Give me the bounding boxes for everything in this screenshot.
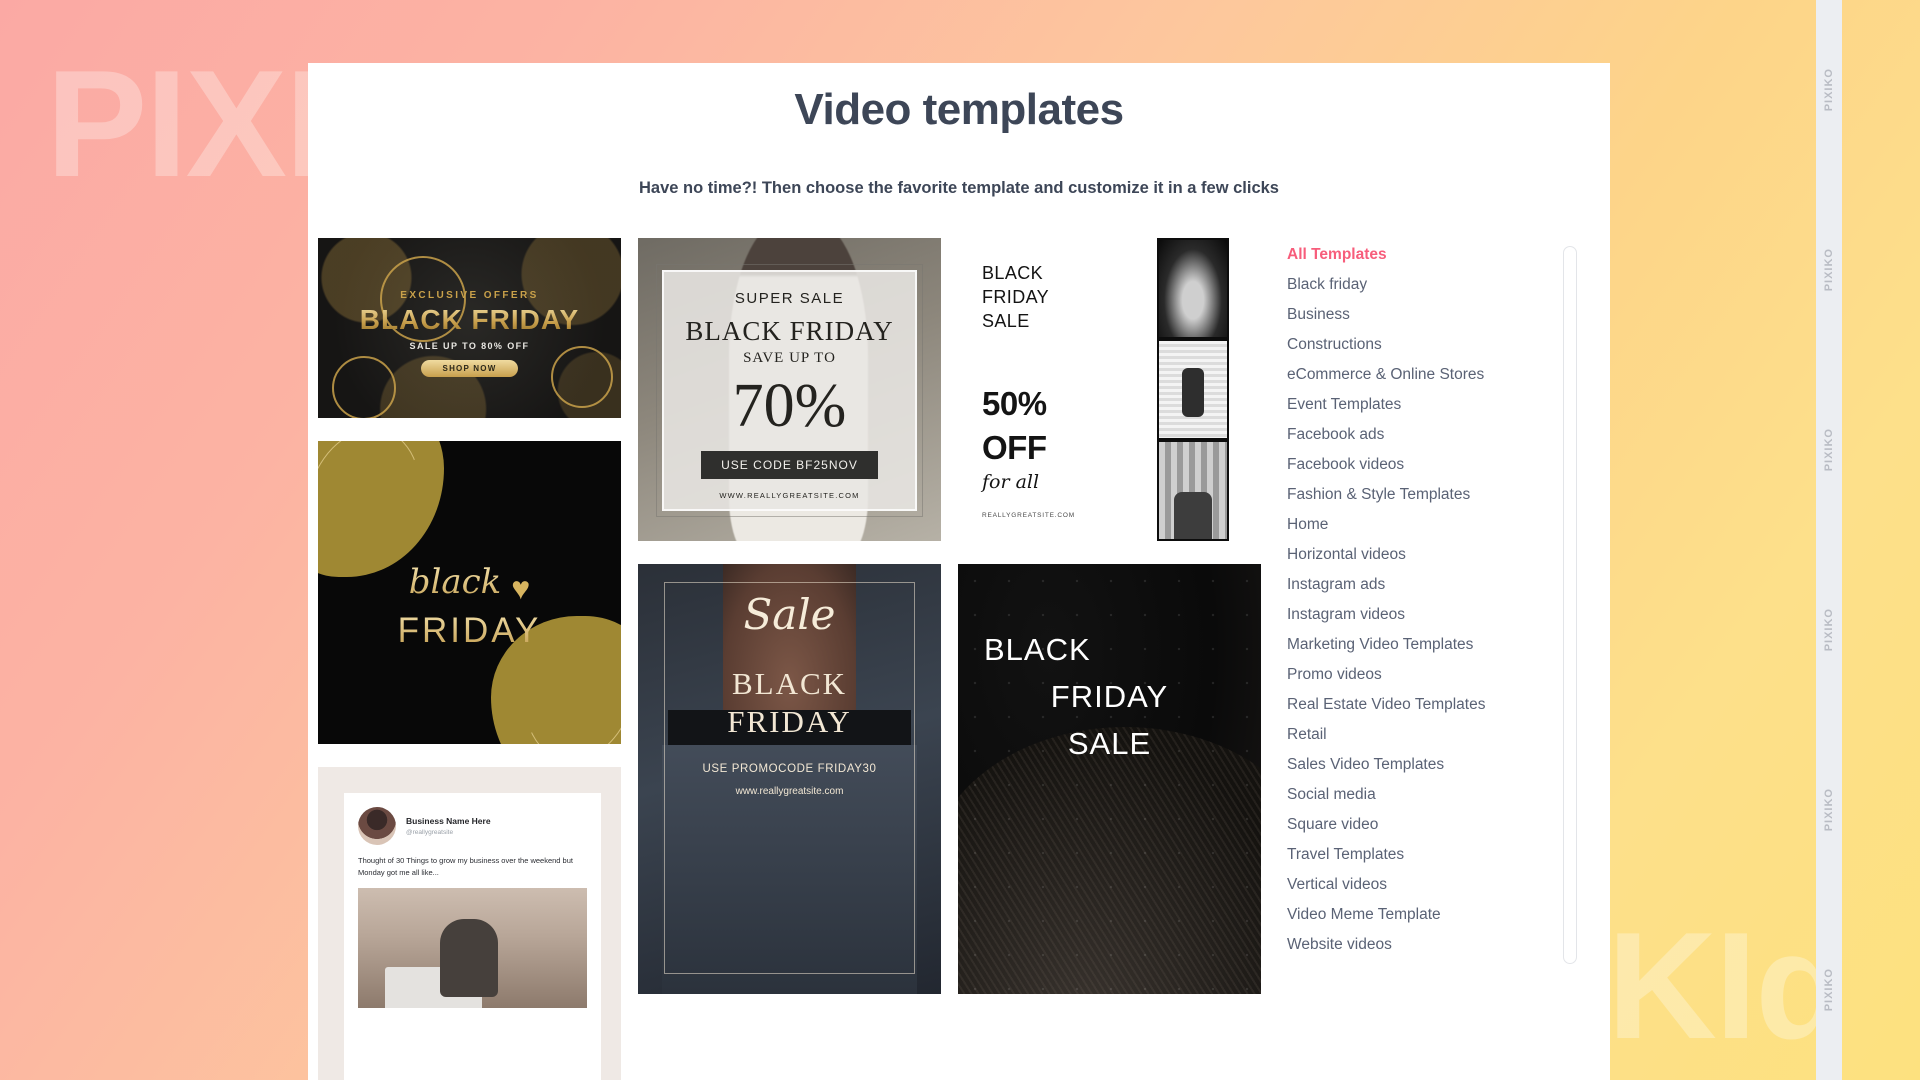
laptop-shape [385,967,482,1009]
card-word-3: SALE [1067,726,1152,762]
template-card-sale-black-friday-denim[interactable]: Sale BLACK FRIDAY USE PROMOCODE FRIDAY30… [638,564,941,994]
card-word-1: BLACK [984,632,1091,667]
card-promo-code: USE PROMOCODE FRIDAY30 [702,762,877,775]
template-card-black-heart-friday[interactable]: black ♥ FRIDAY [318,441,621,744]
card-shop-now-button[interactable]: SHOP NOW [420,360,519,377]
card-line-2: BLACK FRIDAY [685,316,894,346]
template-card-black-friday-sale-50-off[interactable]: BLACK FRIDAY SALE 50% OFF for all REALLY… [958,238,1261,541]
ribbon-label: PIXIKO [1823,428,1835,472]
card-heading-line-3: SALE [982,310,1030,331]
card-eyebrow: EXCLUSIVE OFFERS [400,290,539,301]
card-site: REALLYGREATSITE.COM [982,512,1075,519]
card-heading-line-2: FRIDAY [982,286,1050,307]
ribbon-label: PIXIKO [1823,788,1835,832]
heart-icon: ♥ [511,570,531,607]
card-line-1: SUPER SALE [734,290,845,307]
gallery-column-2: SUPER SALE BLACK FRIDAY SAVE UP TO 70% U… [638,238,941,1080]
category-sidebar: All Templates Black friday Business Constru… [1287,238,1587,1080]
post-sheet: Business Name Here @reallygreatsite Thou… [344,793,601,1080]
post-photo [358,888,587,1009]
category-item[interactable]: Business [1287,300,1587,330]
template-card-business-post-mockup[interactable]: Business Name Here @reallygreatsite Thou… [318,767,621,1080]
ribbon-label: PIXIKO [1823,608,1835,652]
card-off-label: OFF [982,429,1047,467]
category-scrollbar[interactable] [1563,246,1577,964]
filmstrip-photo [1159,442,1227,539]
card-script-word: Sale [743,590,836,639]
card-url: www.reallygreatsite.com [735,785,844,797]
card-headline-line-2: FRIDAY [727,703,852,739]
category-item[interactable]: Sales Video Templates [1287,750,1587,780]
category-list: All Templates Black friday Business Constru… [1287,240,1587,960]
category-item[interactable]: Real Estate Video Templates [1287,690,1587,720]
category-item[interactable]: Home [1287,510,1587,540]
category-item[interactable]: Website videos [1287,930,1587,960]
card-word-2: FRIDAY [1050,679,1169,715]
category-item[interactable]: Horizontal videos [1287,540,1587,570]
post-header: Business Name Here @reallygreatsite [344,793,601,851]
category-item[interactable]: Instagram videos [1287,600,1587,630]
avatar [358,807,396,845]
category-item[interactable]: eCommerce & Online Stores [1287,360,1587,390]
card-headline: BLACK FRIDAY [318,304,621,336]
card-heading-line-1: BLACK [982,263,1044,283]
category-item[interactable]: Marketing Video Templates [1287,630,1587,660]
card-headline: BLACK FRIDAY [638,665,941,741]
card-script-word: black [408,562,502,603]
category-item[interactable]: Facebook videos [1287,450,1587,480]
category-item[interactable]: Retail [1287,720,1587,750]
card-headline-line-1: BLACK [731,666,848,701]
card-forall-label: for all [982,471,1040,494]
gallery-column-3: BLACK FRIDAY SALE 50% OFF for all REALLY… [958,238,1261,1080]
main-panel: Video templates Have no time?! Then choo… [308,63,1610,1080]
category-item[interactable]: Black friday [1287,270,1587,300]
card-percent: 50% [982,385,1047,423]
page-title: Video templates [794,85,1124,134]
category-item[interactable]: Square video [1287,810,1587,840]
category-item[interactable]: Constructions [1287,330,1587,360]
category-item[interactable]: Fashion & Style Templates [1287,480,1587,510]
card-subline: SALE UP TO 80% OFF [409,341,530,351]
account-name: Business Name Here [406,816,491,826]
card-frame: SUPER SALE BLACK FRIDAY SAVE UP TO 70% U… [656,264,923,517]
watermark-top-left: PIXI [46,39,327,209]
account-handle: @reallygreatsite [406,829,454,836]
category-item[interactable]: Facebook ads [1287,420,1587,450]
category-item[interactable]: All Templates [1287,240,1587,270]
template-card-super-sale-70[interactable]: SUPER SALE BLACK FRIDAY SAVE UP TO 70% U… [638,238,941,541]
template-card-exclusive-offers-black-friday[interactable]: EXCLUSIVE OFFERS BLACK FRIDAY SALE UP TO… [318,238,621,418]
category-item[interactable]: Instagram ads [1287,570,1587,600]
category-item[interactable]: Video Meme Template [1287,900,1587,930]
card-headline: FRIDAY [318,611,621,651]
filmstrip-photo [1159,240,1227,337]
post-text: Thought of 30 Things to grow my business… [358,856,573,877]
category-item[interactable]: Promo videos [1287,660,1587,690]
ribbon-label: PIXIKO [1823,68,1835,112]
content-area: EXCLUSIVE OFFERS BLACK FRIDAY SALE UP TO… [308,238,1610,1080]
category-item[interactable]: Event Templates [1287,390,1587,420]
card-promo-code: USE CODE BF25NOV [701,451,878,479]
category-item[interactable]: Social media [1287,780,1587,810]
page-subtitle: Have no time?! Then choose the favorite … [639,179,1279,197]
ribbon-label: PIXIKO [1823,968,1835,1012]
filmstrip-photo [1159,341,1227,438]
card-url: WWW.REALLYGREATSITE.COM [719,491,860,500]
card-percent: 70% [732,372,847,440]
photo-filmstrip [1157,238,1229,541]
card-line-3: SAVE UP TO [743,350,836,366]
category-item[interactable]: Vertical videos [1287,870,1587,900]
ribbon-label: PIXIKO [1823,248,1835,292]
side-ribbon: PIXIKO PIXIKO PIXIKO PIXIKO PIXIKO PIXIKO [1816,0,1842,1080]
watermark-bottom-right: KId [1607,901,1848,1071]
template-gallery: EXCLUSIVE OFFERS BLACK FRIDAY SALE UP TO… [318,238,1263,1080]
template-card-black-friday-sale-fur[interactable]: BLACK FRIDAY SALE [958,564,1261,994]
category-item[interactable]: Travel Templates [1287,840,1587,870]
gallery-column-1: EXCLUSIVE OFFERS BLACK FRIDAY SALE UP TO… [318,238,621,1080]
